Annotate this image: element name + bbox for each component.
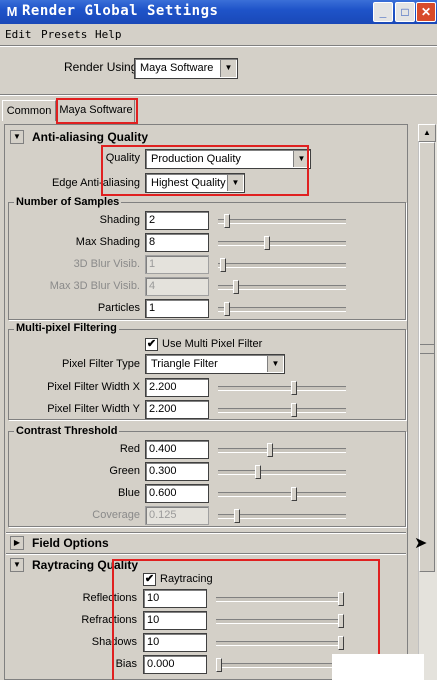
scroll-up-arrow[interactable]: ▲ bbox=[418, 124, 436, 142]
tab-label: Common bbox=[6, 105, 52, 117]
value-field[interactable]: 0.600 bbox=[145, 484, 209, 503]
menu-bar: Edit Presets Help bbox=[0, 26, 437, 44]
collapse-arrow-icon[interactable]: ▼ bbox=[10, 130, 24, 144]
menu-edit[interactable]: Edit bbox=[5, 28, 32, 41]
row-label: Pixel Filter Width X bbox=[47, 381, 140, 393]
samples-title: Number of Samples bbox=[14, 196, 122, 208]
pixel-filter-type-label: Pixel Filter Type bbox=[61, 358, 140, 370]
maya-icon: M bbox=[6, 4, 18, 19]
value-field[interactable]: 0.400 bbox=[145, 440, 209, 459]
value-field[interactable]: 2.200 bbox=[145, 378, 209, 397]
slider-track[interactable] bbox=[218, 219, 346, 224]
row-label: Green bbox=[109, 465, 140, 477]
value-field: 1 bbox=[145, 255, 209, 274]
row-label: Blue bbox=[117, 487, 140, 499]
menu-separator bbox=[0, 45, 437, 47]
minimize-button[interactable]: _ bbox=[373, 2, 393, 22]
menu-help[interactable]: Help bbox=[95, 28, 122, 41]
highlight-quality bbox=[101, 145, 309, 196]
section-anti-aliasing[interactable]: Anti-aliasing Quality bbox=[32, 128, 148, 146]
row-label: Particles bbox=[97, 302, 140, 314]
filter-type-value: Triangle Filter bbox=[151, 358, 218, 370]
slider-thumb[interactable] bbox=[234, 509, 240, 523]
render-using-label: Render Using bbox=[64, 60, 138, 74]
scrollbar-grip bbox=[420, 344, 434, 354]
row-label: Pixel Filter Width Y bbox=[47, 403, 140, 415]
slider-track[interactable] bbox=[218, 307, 346, 312]
overlay-box bbox=[332, 654, 424, 680]
row-label: Max 3D Blur Visib. bbox=[49, 280, 140, 292]
slider-track[interactable] bbox=[218, 448, 346, 453]
slider-track[interactable] bbox=[218, 470, 346, 475]
contrast-title: Contrast Threshold bbox=[14, 425, 120, 437]
collapse-arrow-icon[interactable]: ▼ bbox=[10, 558, 24, 572]
use-multi-pixel-checkbox[interactable]: ✔ bbox=[145, 338, 158, 351]
cursor-icon: ➤ bbox=[414, 535, 428, 552]
maximize-button[interactable]: □ bbox=[395, 2, 415, 22]
slider-thumb[interactable] bbox=[264, 236, 270, 250]
slider-thumb[interactable] bbox=[224, 302, 230, 316]
slider-thumb[interactable] bbox=[291, 381, 297, 395]
slider-track[interactable] bbox=[218, 408, 346, 413]
use-multi-pixel-label: Use Multi Pixel Filter bbox=[162, 338, 263, 350]
value-field: 4 bbox=[145, 277, 209, 296]
section-field-options[interactable]: Field Options bbox=[32, 534, 109, 552]
window-title: Render Global Settings bbox=[22, 3, 219, 19]
expand-arrow-icon[interactable]: ▶ bbox=[10, 536, 24, 550]
row-label: Red bbox=[119, 443, 140, 455]
chevron-down-icon: ▼ bbox=[220, 60, 236, 77]
section-separator bbox=[6, 553, 406, 555]
slider-thumb[interactable] bbox=[291, 487, 297, 501]
chevron-down-icon: ▼ bbox=[267, 356, 283, 372]
render-using-value: Maya Software bbox=[140, 62, 214, 74]
slider-track[interactable] bbox=[218, 492, 346, 497]
render-using-dropdown[interactable]: Maya Software ▼ bbox=[134, 58, 238, 79]
value-field[interactable]: 0.300 bbox=[145, 462, 209, 481]
row-label: Max Shading bbox=[75, 236, 140, 248]
title-bar: M Render Global Settings _ □ ✕ bbox=[0, 0, 437, 24]
row-label: Shading bbox=[99, 214, 140, 226]
value-field[interactable]: 2.200 bbox=[145, 400, 209, 419]
slider-thumb[interactable] bbox=[291, 403, 297, 417]
close-button[interactable]: ✕ bbox=[416, 2, 436, 22]
highlight-tab bbox=[56, 98, 138, 124]
value-field[interactable]: 2 bbox=[145, 211, 209, 230]
menu-presets[interactable]: Presets bbox=[41, 28, 87, 41]
slider-track[interactable] bbox=[218, 263, 346, 268]
multipixel-title: Multi-pixel Filtering bbox=[14, 322, 119, 334]
slider-thumb[interactable] bbox=[255, 465, 261, 479]
slider-track[interactable] bbox=[218, 241, 346, 246]
row-label: 3D Blur Visib. bbox=[73, 258, 140, 270]
tab-common[interactable]: Common bbox=[2, 100, 56, 121]
value-field[interactable]: 1 bbox=[145, 299, 209, 318]
slider-thumb[interactable] bbox=[220, 258, 226, 272]
value-field: 0.125 bbox=[145, 506, 209, 525]
row-label: Coverage bbox=[92, 509, 140, 521]
slider-track[interactable] bbox=[218, 386, 346, 391]
slider-thumb[interactable] bbox=[267, 443, 273, 457]
header-separator bbox=[0, 94, 437, 96]
value-field[interactable]: 8 bbox=[145, 233, 209, 252]
slider-thumb[interactable] bbox=[233, 280, 239, 294]
slider-thumb[interactable] bbox=[224, 214, 230, 228]
scrollbar-thumb[interactable] bbox=[419, 142, 435, 572]
pixel-filter-type-dropdown[interactable]: Triangle Filter ▼ bbox=[145, 354, 285, 374]
